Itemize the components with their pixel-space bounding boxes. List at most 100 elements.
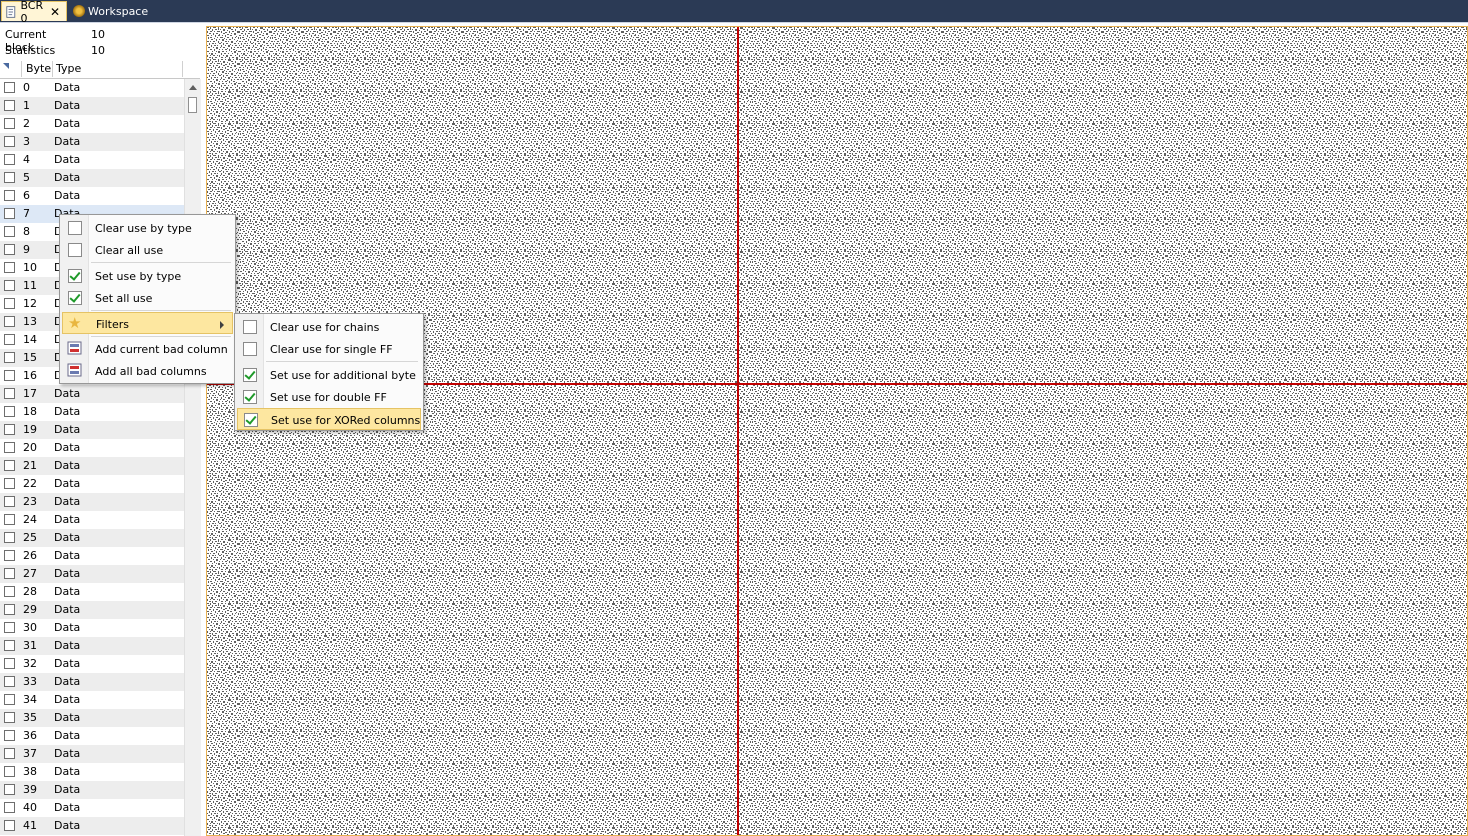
row-checkbox[interactable] bbox=[4, 820, 15, 831]
vertical-scrollbar[interactable] bbox=[184, 79, 201, 836]
menu-add-all-bad-columns[interactable]: Add all bad columns bbox=[62, 360, 233, 382]
row-checkbox[interactable] bbox=[4, 172, 15, 183]
row-checkbox[interactable] bbox=[4, 586, 15, 597]
row-checkbox[interactable] bbox=[4, 640, 15, 651]
table-row[interactable]: 23 Data bbox=[0, 493, 184, 511]
table-row[interactable]: 24 Data bbox=[0, 511, 184, 529]
table-row[interactable]: 6 Data bbox=[0, 187, 184, 205]
menu-clear-all-use[interactable]: Clear all use bbox=[62, 239, 233, 261]
row-checkbox[interactable] bbox=[4, 730, 15, 741]
row-checkbox[interactable] bbox=[4, 766, 15, 777]
row-checkbox[interactable] bbox=[4, 118, 15, 129]
menu-filters[interactable]: ★ Filters bbox=[62, 312, 233, 334]
row-checkbox[interactable] bbox=[4, 82, 15, 93]
row-checkbox[interactable] bbox=[4, 424, 15, 435]
row-checkbox[interactable] bbox=[4, 280, 15, 291]
menu-clear-use-for-chains[interactable]: Clear use for chains bbox=[237, 316, 421, 338]
table-row[interactable]: 28 Data bbox=[0, 583, 184, 601]
menu-set-all-use[interactable]: Set all use bbox=[62, 287, 233, 309]
table-row[interactable]: 39 Data bbox=[0, 781, 184, 799]
table-row[interactable]: 26 Data bbox=[0, 547, 184, 565]
menu-set-use-for-additional-byte[interactable]: Set use for additional byte bbox=[237, 364, 421, 386]
row-checkbox[interactable] bbox=[4, 748, 15, 759]
menu-set-use-for-double-ff[interactable]: Set use for double FF bbox=[237, 386, 421, 408]
table-row[interactable]: 33 Data bbox=[0, 673, 184, 691]
table-row[interactable]: 18 Data bbox=[0, 403, 184, 421]
byte-cell: 4 bbox=[23, 153, 30, 166]
row-checkbox[interactable] bbox=[4, 676, 15, 687]
row-checkbox[interactable] bbox=[4, 460, 15, 471]
row-checkbox[interactable] bbox=[4, 208, 15, 219]
menu-set-use-for-xored-columns[interactable]: Set use for XORed columns bbox=[237, 408, 421, 430]
column-header-type[interactable]: Type bbox=[56, 62, 81, 75]
table-row[interactable]: 38 Data bbox=[0, 763, 184, 781]
table-row[interactable]: 30 Data bbox=[0, 619, 184, 637]
row-checkbox[interactable] bbox=[4, 784, 15, 795]
table-row[interactable]: 2 Data bbox=[0, 115, 184, 133]
menu-set-use-by-type[interactable]: Set use by type bbox=[62, 265, 233, 287]
table-row[interactable]: 36 Data bbox=[0, 727, 184, 745]
close-icon[interactable]: ✕ bbox=[50, 6, 60, 18]
menu-clear-use-by-type[interactable]: Clear use by type bbox=[62, 217, 233, 239]
tab-workspace[interactable]: Workspace bbox=[70, 1, 156, 21]
row-checkbox[interactable] bbox=[4, 262, 15, 273]
row-checkbox[interactable] bbox=[4, 334, 15, 345]
row-checkbox[interactable] bbox=[4, 190, 15, 201]
row-checkbox[interactable] bbox=[4, 658, 15, 669]
menu-add-current-bad-column[interactable]: Add current bad column bbox=[62, 338, 233, 360]
table-row[interactable]: 21 Data bbox=[0, 457, 184, 475]
row-checkbox[interactable] bbox=[4, 712, 15, 723]
row-checkbox[interactable] bbox=[4, 568, 15, 579]
row-checkbox[interactable] bbox=[4, 442, 15, 453]
row-checkbox[interactable] bbox=[4, 370, 15, 381]
bitmap-viewer[interactable] bbox=[206, 26, 1468, 836]
table-row[interactable]: 20 Data bbox=[0, 439, 184, 457]
table-row[interactable]: 19 Data bbox=[0, 421, 184, 439]
row-checkbox[interactable] bbox=[4, 622, 15, 633]
scroll-up-icon[interactable] bbox=[189, 85, 197, 90]
table-row[interactable]: 37 Data bbox=[0, 745, 184, 763]
type-cell: Data bbox=[54, 693, 81, 706]
row-checkbox[interactable] bbox=[4, 496, 15, 507]
checkbox-icon bbox=[243, 320, 257, 334]
select-all-icon[interactable] bbox=[3, 63, 9, 69]
table-row[interactable]: 27 Data bbox=[0, 565, 184, 583]
table-row[interactable]: 29 Data bbox=[0, 601, 184, 619]
table-row[interactable]: 1 Data bbox=[0, 97, 184, 115]
row-checkbox[interactable] bbox=[4, 478, 15, 489]
row-checkbox[interactable] bbox=[4, 298, 15, 309]
table-row[interactable]: 4 Data bbox=[0, 151, 184, 169]
table-row[interactable]: 34 Data bbox=[0, 691, 184, 709]
table-row[interactable]: 35 Data bbox=[0, 709, 184, 727]
table-row[interactable]: 3 Data bbox=[0, 133, 184, 151]
table-row[interactable]: 32 Data bbox=[0, 655, 184, 673]
row-checkbox[interactable] bbox=[4, 532, 15, 543]
row-checkbox[interactable] bbox=[4, 550, 15, 561]
table-row[interactable]: 40 Data bbox=[0, 799, 184, 817]
table-row[interactable]: 25 Data bbox=[0, 529, 184, 547]
menu-clear-use-for-single-ff[interactable]: Clear use for single FF bbox=[237, 338, 421, 360]
row-checkbox[interactable] bbox=[4, 244, 15, 255]
column-header-byte[interactable]: Byte bbox=[26, 62, 51, 75]
row-checkbox[interactable] bbox=[4, 100, 15, 111]
type-cell: Data bbox=[54, 567, 81, 580]
table-row[interactable]: 41 Data bbox=[0, 817, 184, 835]
row-checkbox[interactable] bbox=[4, 514, 15, 525]
table-row[interactable]: 31 Data bbox=[0, 637, 184, 655]
row-checkbox[interactable] bbox=[4, 136, 15, 147]
row-checkbox[interactable] bbox=[4, 316, 15, 327]
row-checkbox[interactable] bbox=[4, 694, 15, 705]
row-checkbox[interactable] bbox=[4, 604, 15, 615]
scroll-thumb[interactable] bbox=[188, 97, 197, 113]
table-row[interactable]: 0 Data bbox=[0, 79, 184, 97]
table-row[interactable]: 17 Data bbox=[0, 385, 184, 403]
row-checkbox[interactable] bbox=[4, 802, 15, 813]
row-checkbox[interactable] bbox=[4, 388, 15, 399]
tab-bcr0[interactable]: BCR 0 ✕ bbox=[1, 0, 67, 25]
table-row[interactable]: 22 Data bbox=[0, 475, 184, 493]
row-checkbox[interactable] bbox=[4, 226, 15, 237]
table-row[interactable]: 5 Data bbox=[0, 169, 184, 187]
row-checkbox[interactable] bbox=[4, 406, 15, 417]
row-checkbox[interactable] bbox=[4, 154, 15, 165]
row-checkbox[interactable] bbox=[4, 352, 15, 363]
